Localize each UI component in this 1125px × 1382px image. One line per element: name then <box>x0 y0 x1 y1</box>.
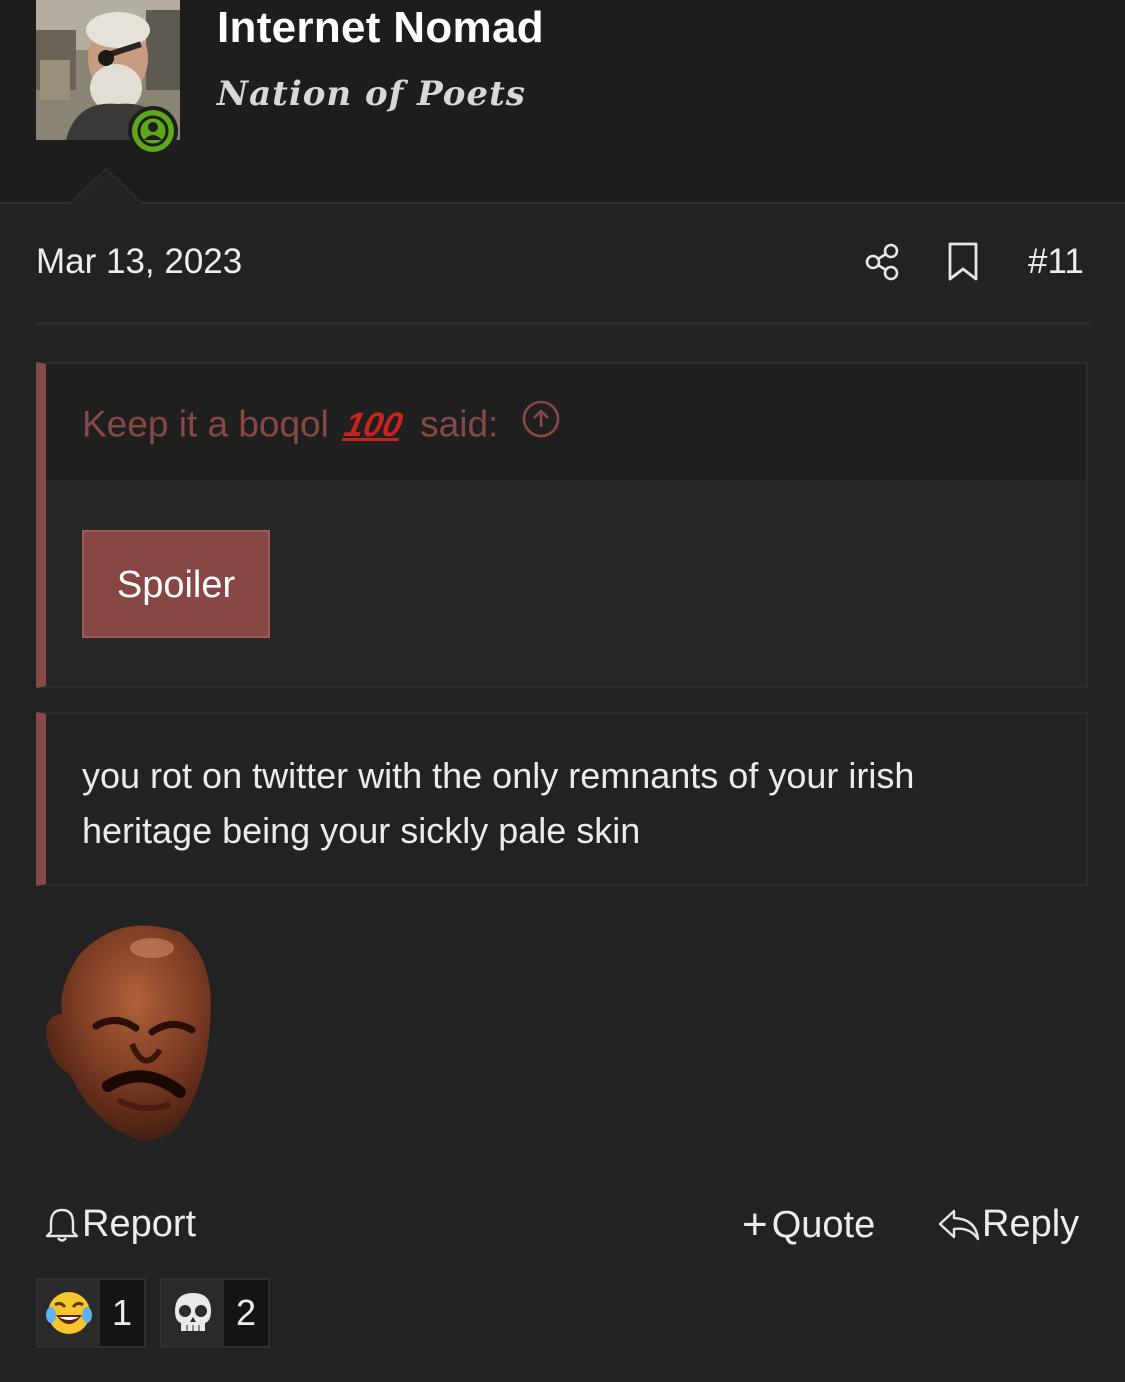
quote-said: said: <box>420 403 499 445</box>
post-date[interactable]: Mar 13, 2023 <box>36 242 242 282</box>
post-number[interactable]: #11 <box>1028 242 1084 282</box>
reaction-laugh[interactable]: 1 <box>36 1278 146 1348</box>
reaction-count: 2 <box>224 1280 268 1346</box>
report-link[interactable]: Report <box>42 1203 196 1246</box>
reply-link[interactable]: Reply <box>936 1203 1079 1246</box>
quote-link[interactable]: + Quote <box>742 1203 875 1247</box>
bell-icon <box>45 1208 79 1242</box>
reply-icon <box>938 1209 980 1240</box>
quote-attribution[interactable]: Keep it a boqol 100 said: <box>82 399 561 451</box>
username[interactable]: Internet Nomad <box>217 3 544 53</box>
reaction-skull[interactable]: 2 <box>160 1278 270 1348</box>
quote-header[interactable]: Keep it a boqol 100 said: <box>46 364 1086 480</box>
reply-label[interactable]: Reply <box>982 1203 1079 1246</box>
user-header: Internet Nomad Nation of Poets <box>0 0 1125 204</box>
quote-author[interactable]: Keep it a boqol <box>82 403 329 444</box>
quoted-text-block: you rot on twitter with the only remnant… <box>36 712 1088 886</box>
skull-emoji-icon <box>162 1280 224 1346</box>
quoted-text: you rot on twitter with the only remnant… <box>82 755 915 851</box>
arrow-up-circle-icon[interactable] <box>521 399 561 448</box>
laughing-tears-emoji-icon <box>38 1280 100 1346</box>
reaction-count: 1 <box>100 1280 144 1346</box>
hundred-points-icon: 100 <box>341 406 407 445</box>
quote-label[interactable]: Quote <box>772 1204 876 1247</box>
user-title: Nation of Poets <box>217 74 526 114</box>
crying-face-image[interactable] <box>40 914 216 1151</box>
quote-block: Keep it a boqol 100 said: Spoiler <box>36 362 1088 688</box>
online-status-badge <box>128 106 178 156</box>
share-icon[interactable] <box>864 242 902 287</box>
spoiler-button[interactable]: Spoiler <box>82 530 270 638</box>
report-label[interactable]: Report <box>82 1203 196 1246</box>
user-icon <box>137 115 169 147</box>
divider <box>36 322 1090 325</box>
bookmark-icon[interactable] <box>946 241 980 288</box>
plus-icon: + <box>742 1200 768 1249</box>
